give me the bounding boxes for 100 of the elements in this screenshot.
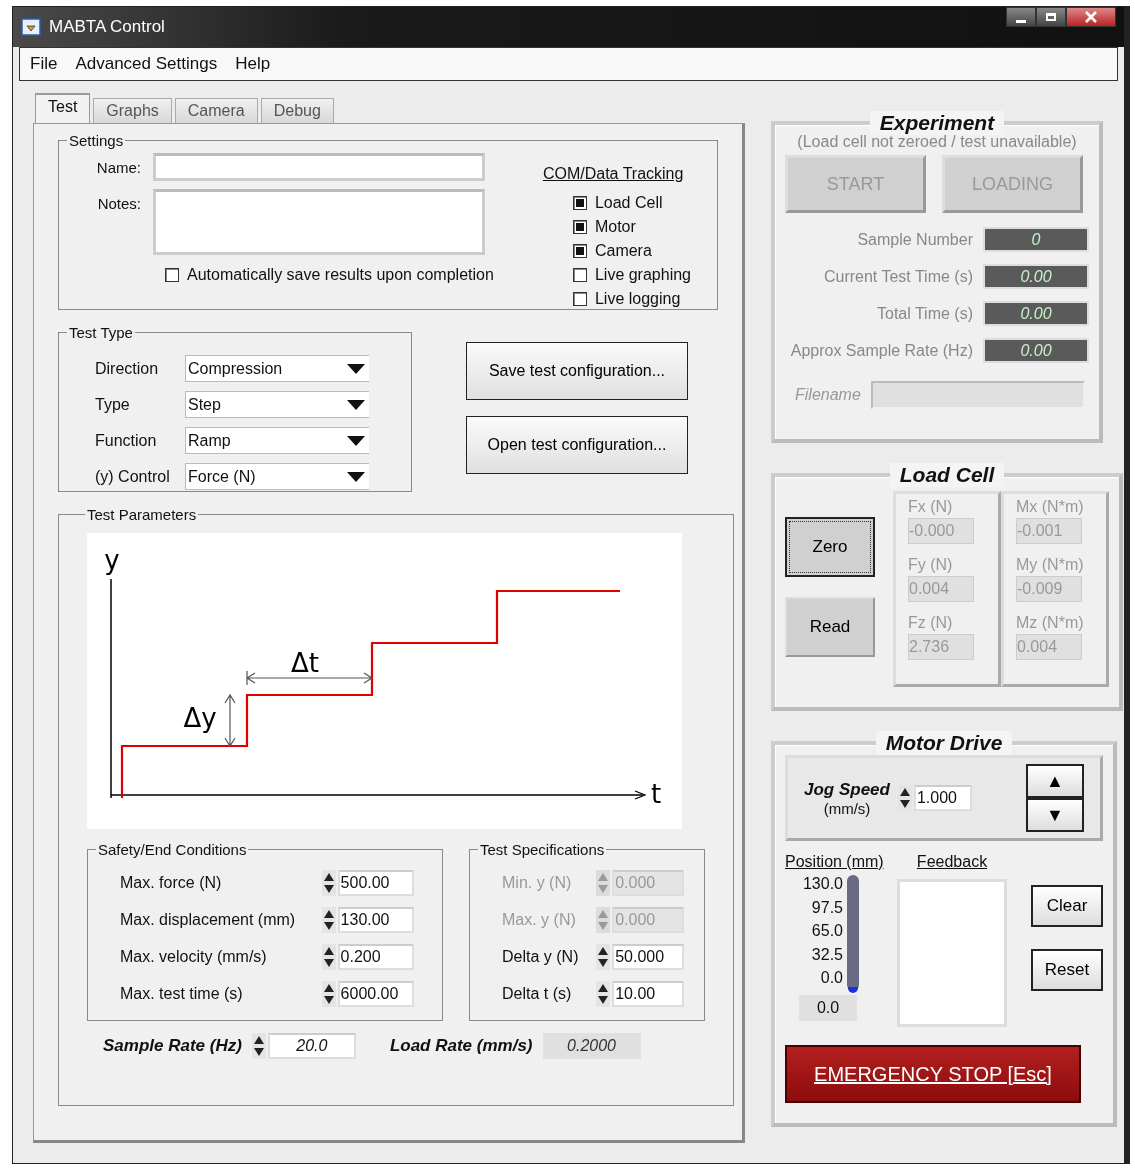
digital-readout: 0 bbox=[983, 227, 1089, 252]
spinner-arrows-icon[interactable] bbox=[321, 870, 336, 896]
field-label: Min. y (N) bbox=[502, 874, 573, 892]
notes-field[interactable] bbox=[153, 189, 485, 255]
field-label: Load Rate (mm/s) bbox=[389, 1036, 533, 1056]
scale-label: 130.0 bbox=[801, 875, 843, 893]
emergency-stop-button[interactable]: EMERGENCY STOP [Esc] bbox=[785, 1045, 1081, 1103]
field-label: Max. displacement (mm) bbox=[120, 911, 297, 929]
checkbox-label: Camera bbox=[594, 242, 652, 260]
value-label: Fy (N) bbox=[908, 556, 954, 574]
config-button[interactable]: Open test configuration... bbox=[466, 416, 688, 474]
field-label: Max. velocity (mm/s) bbox=[120, 948, 268, 966]
field-label: Filename bbox=[795, 386, 861, 404]
status-text: (Load cell not zeroed / test unavailable) bbox=[796, 133, 1078, 151]
checkbox-label: Automatically save results upon completion bbox=[187, 266, 494, 284]
value-field: -0.009 bbox=[1016, 576, 1082, 602]
window-title: MABTA Control bbox=[49, 17, 165, 37]
number-field[interactable]: 10.00 bbox=[612, 981, 685, 1007]
scale-label: 32.5 bbox=[810, 945, 843, 964]
menu-item[interactable]: File bbox=[30, 54, 58, 74]
action-button[interactable]: Reset bbox=[1031, 949, 1103, 991]
digital-readout: 0.00 bbox=[983, 338, 1089, 363]
number-field[interactable]: 6000.00 bbox=[337, 981, 414, 1007]
dropdown[interactable]: Force (N) bbox=[185, 463, 369, 490]
field-label: Notes: bbox=[96, 194, 142, 212]
jog-down-button[interactable]: ▼ bbox=[1026, 798, 1084, 832]
checkbox-label: Live graphing bbox=[594, 266, 691, 284]
spinner-arrows-icon[interactable] bbox=[321, 907, 336, 933]
tab[interactable]: Test bbox=[35, 93, 91, 123]
checkbox[interactable] bbox=[572, 196, 587, 210]
jog-up-button[interactable]: ▲ bbox=[1026, 764, 1084, 798]
group-title: Test Specifications bbox=[479, 841, 606, 858]
panel-title: Experiment bbox=[869, 111, 1005, 135]
group-title: Safety/End Conditions bbox=[97, 841, 248, 858]
close-button[interactable] bbox=[1066, 7, 1116, 27]
readout-label: Current Test Time (s) bbox=[822, 267, 973, 286]
axis-label: y bbox=[104, 545, 120, 575]
step-width-label: Δt bbox=[291, 648, 319, 678]
section-heading: Position (mm) bbox=[785, 853, 884, 871]
maximize-button[interactable] bbox=[1036, 7, 1066, 27]
checkbox[interactable] bbox=[572, 292, 587, 306]
maximize-icon bbox=[1046, 13, 1056, 21]
action-button[interactable]: Clear bbox=[1031, 885, 1103, 927]
caret-icon bbox=[347, 363, 365, 374]
checkbox[interactable] bbox=[572, 220, 587, 234]
field-label: Name: bbox=[95, 158, 142, 176]
spinner-arrows-icon[interactable] bbox=[596, 944, 611, 970]
field-label: Type bbox=[95, 395, 131, 414]
step-height-label: Δy bbox=[183, 703, 217, 733]
action-button[interactable]: Zero bbox=[785, 517, 875, 577]
checkbox-label: Motor bbox=[594, 218, 636, 236]
menu-item[interactable]: Help bbox=[235, 54, 271, 74]
dropdown[interactable]: Compression bbox=[185, 355, 369, 382]
spinner-arrows-icon[interactable] bbox=[596, 981, 611, 1007]
caret-icon bbox=[347, 435, 365, 446]
number-field[interactable]: 20.0 bbox=[267, 1033, 356, 1059]
unit-label: (mm/s) bbox=[823, 799, 871, 817]
number-field[interactable]: 1.000 bbox=[913, 785, 972, 811]
caret-icon bbox=[347, 399, 365, 410]
checkbox[interactable] bbox=[572, 244, 587, 258]
checkbox[interactable] bbox=[572, 268, 587, 282]
jog-label: Jog Speed bbox=[804, 779, 890, 800]
tab[interactable]: Debug bbox=[260, 98, 334, 123]
name-field[interactable] bbox=[153, 153, 485, 181]
checkbox[interactable] bbox=[165, 268, 179, 282]
step-height-arrow bbox=[224, 693, 236, 748]
close-icon bbox=[1084, 11, 1098, 23]
number-field[interactable]: 500.00 bbox=[337, 870, 414, 896]
checkbox-label: Live logging bbox=[594, 290, 681, 308]
digital-readout: 0.00 bbox=[983, 301, 1089, 326]
group-title: Test Type bbox=[68, 324, 134, 341]
tab[interactable]: Graphs bbox=[93, 98, 172, 123]
field-label: Delta y (N) bbox=[502, 948, 580, 966]
dropdown[interactable]: Ramp bbox=[185, 427, 369, 454]
field-label: Direction bbox=[95, 359, 160, 378]
menu-item[interactable]: Advanced Settings bbox=[75, 54, 218, 74]
readout-label: Sample Number bbox=[856, 230, 973, 249]
value-label: My (N*m) bbox=[1016, 556, 1085, 574]
value-field: -0.001 bbox=[1016, 518, 1082, 544]
field-label: Delta t (s) bbox=[502, 985, 573, 1003]
number-field[interactable]: 130.00 bbox=[337, 907, 414, 933]
spinner-arrows-icon[interactable] bbox=[251, 1033, 266, 1059]
readout-label: Total Time (s) bbox=[876, 304, 973, 323]
axis-label: t bbox=[650, 779, 662, 809]
digital-readout: 0.00 bbox=[983, 264, 1089, 289]
spinner-arrows-icon[interactable] bbox=[321, 944, 336, 970]
app-icon bbox=[21, 17, 41, 37]
group-title: Test Parameters bbox=[86, 506, 198, 523]
spinner-arrows-icon[interactable] bbox=[321, 981, 336, 1007]
tab[interactable]: Camera bbox=[174, 98, 258, 123]
action-button[interactable]: Read bbox=[785, 597, 875, 657]
dropdown[interactable]: Step bbox=[185, 391, 369, 418]
value-label: Mx (N*m) bbox=[1016, 498, 1085, 516]
number-field[interactable]: 0.200 bbox=[337, 944, 414, 970]
scale-label: 0.0 bbox=[819, 969, 843, 987]
minimize-button[interactable] bbox=[1006, 7, 1036, 27]
section-heading: Feedback bbox=[916, 853, 988, 871]
config-button[interactable]: Save test configuration... bbox=[466, 342, 688, 400]
readout-field: 0.2000 bbox=[542, 1033, 641, 1059]
number-field[interactable]: 50.000 bbox=[612, 944, 685, 970]
